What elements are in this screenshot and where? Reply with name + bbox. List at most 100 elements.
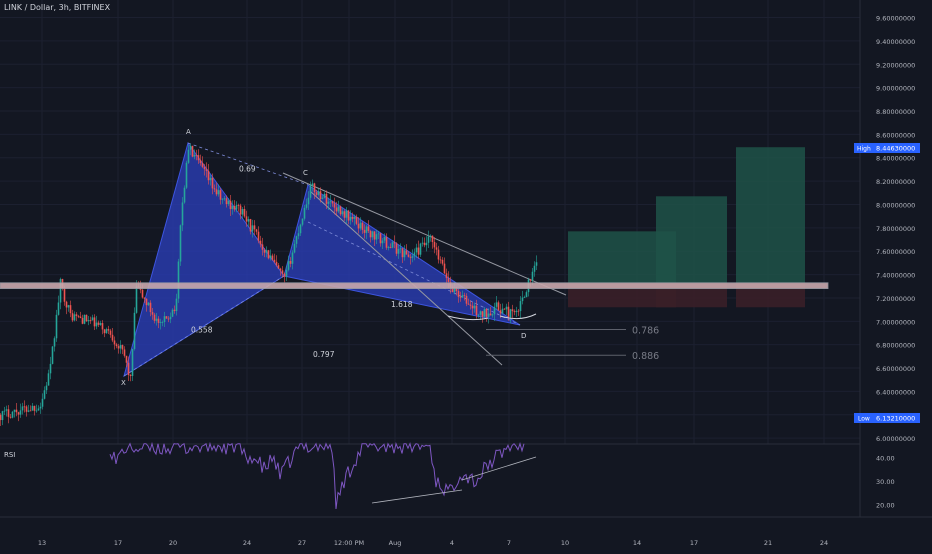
candle-body [459,296,462,298]
candle-body [497,302,500,311]
candle-body [87,320,90,322]
candle-body [469,304,472,306]
low-label: Low [858,416,870,423]
candle-body [521,297,524,302]
candle-body [261,244,264,250]
rsi-label: RSI [4,451,16,459]
candle-body [345,210,348,218]
candle-body [33,405,36,411]
candle-body [221,198,224,200]
candle-body [155,318,158,321]
price-axis-tick-label: 8.40000000 [876,155,915,163]
candle-body [219,190,222,200]
candle-body [477,314,480,316]
candle-body [197,155,200,161]
candle-body [361,222,364,230]
price-axis-tick-label: 9.00000000 [876,85,915,93]
candle-body [437,249,440,260]
candle-body [395,243,398,254]
chart-root: { "header": { "title": "LINK / Dollar, 3… [0,0,932,550]
candle-body [359,222,362,229]
candle-body [273,259,276,262]
candle-body [525,292,528,298]
fib-level-label: 0.786 [632,325,659,336]
candle-body [509,309,512,318]
pattern-point-label: A [186,128,191,136]
candle-body [465,295,468,304]
grid [0,0,860,516]
candle-body [503,308,506,310]
candle-body [255,229,258,232]
harmonic-pattern [123,141,626,378]
price-axis-tick-label: 6.00000000 [876,435,915,443]
candle-body [43,390,46,399]
price-axis-tick-label: 6.80000000 [876,342,915,350]
candle-body [0,414,2,421]
candle-body [35,410,38,412]
candle-body [337,206,340,212]
candle-body [63,287,66,302]
candle-body [241,209,244,215]
candle-body [111,334,114,341]
candle-body [15,409,18,413]
time-axis-tick-label: 21 [764,539,772,547]
candle-body [181,202,184,226]
pattern-point-label: C [303,169,308,177]
candle-body [377,233,380,235]
candle-body [269,255,272,259]
candle-body [119,345,122,349]
candle-body [287,261,290,270]
candle-body [161,321,164,323]
candle-body [485,308,488,317]
candle-body [91,317,94,321]
candle-body [131,348,134,376]
candle-body [101,323,104,330]
candle-body [49,363,52,374]
candle-body [393,242,396,244]
chart-title: LINK / Dollar, 3h, BITFINEX [4,3,111,12]
candle-body [141,289,144,298]
candle-body [439,259,442,261]
candle-body [231,205,234,210]
pattern-ratio-label: 0.69 [239,164,256,173]
candle-body [89,320,92,321]
candle-body [363,229,366,233]
candle-body [489,313,492,316]
candle-body [515,310,518,313]
candle-body [229,200,232,210]
candle-body [271,255,274,260]
candle-body [499,310,502,314]
candle-body [329,201,332,203]
fib-level-label: 0.886 [632,351,659,362]
candle-body [425,242,428,246]
candle-body [83,314,86,324]
support-zone [0,282,829,290]
candle-body [105,329,108,334]
candle-body [441,259,444,264]
candle-body [471,305,474,309]
chart-canvas: X A C D 0.69 0.558 0.797 1.618 0.786 0.886 9.6000… [0,0,932,550]
candle-body [461,295,464,298]
candle-body [263,249,266,253]
candle-body [473,305,476,309]
candle-body [533,265,536,272]
candle-body [117,346,120,349]
candle-body [239,205,242,215]
time-axis-tick-label: 13 [38,539,46,547]
candle-body [479,311,482,315]
candle-body [5,409,8,411]
candle-body [411,256,414,258]
candle-body [343,211,346,218]
high-label: High [857,146,871,153]
candle-body [165,316,168,319]
candle-body [431,235,434,243]
price-axis-tick-label: 7.20000000 [876,295,915,303]
candle-body [487,313,490,317]
price-axis-tick-label: 8.00000000 [876,201,915,209]
candle-body [379,233,382,244]
candle-body [9,416,12,418]
candle-body [73,314,76,321]
candle-body [249,219,252,232]
candle-body [237,205,240,206]
candle-body [199,160,202,163]
